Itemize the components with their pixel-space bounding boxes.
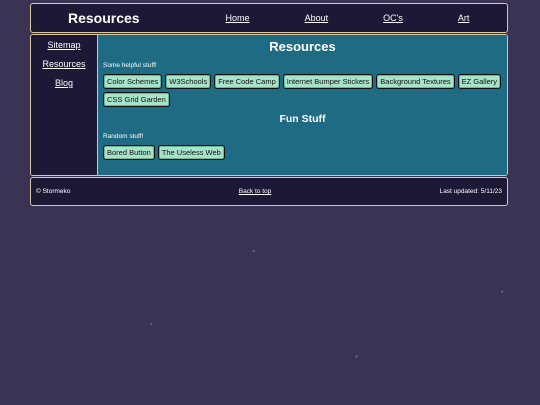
nav-ocs-link[interactable]: OC's (383, 13, 403, 23)
back-to-top-link[interactable]: Back to top (239, 188, 272, 195)
fun-stuff-heading: Fun Stuff (279, 113, 326, 125)
link-button-color-schemes[interactable]: Color Schemes (103, 74, 163, 89)
site-title: Resources (68, 10, 140, 26)
sidebar-item-blog[interactable]: Blog (55, 78, 73, 88)
sidebar: Sitemap Resources Blog (31, 35, 98, 175)
fun-links: Bored Button The Useless Web (103, 145, 502, 160)
nav-about-link[interactable]: About (305, 13, 329, 23)
link-button-internet-bumper-stickers[interactable]: Internet Bumper Stickers (282, 74, 374, 89)
helpful-links: Color Schemes W3Schools Free Code Camp I… (103, 74, 502, 107)
page-title: Resources (269, 39, 336, 54)
link-button-useless-web[interactable]: The Useless Web (157, 145, 225, 160)
sidebar-item-sitemap[interactable]: Sitemap (47, 40, 80, 50)
site-footer: © Stormeko Back to top Last updated: 5/1… (30, 177, 508, 206)
last-updated-text: Last updated: 5/11/23 (439, 188, 502, 195)
link-button-free-code-camp[interactable]: Free Code Camp (214, 74, 280, 89)
link-button-bored-button[interactable]: Bored Button (103, 145, 155, 160)
link-button-ez-gallery[interactable]: EZ Gallery (457, 74, 502, 89)
top-nav: Home About OC's Art (198, 13, 507, 23)
random-note: Random stuff! (103, 133, 144, 140)
site-header: Resources Home About OC's Art (30, 3, 508, 33)
nav-home-link[interactable]: Home (226, 13, 250, 23)
link-button-background-textures[interactable]: Background Textures (376, 74, 455, 89)
link-button-css-grid-garden[interactable]: CSS Grid Garden (103, 92, 170, 107)
link-button-w3schools[interactable]: W3Schools (165, 74, 212, 89)
nav-art-link[interactable]: Art (458, 13, 470, 23)
main-panel: Resources Some helpful stuff! Color Sche… (98, 35, 507, 175)
content-area: Sitemap Resources Blog Resources Some he… (30, 34, 508, 176)
sidebar-item-resources[interactable]: Resources (42, 59, 85, 69)
helpful-note: Some helpful stuff! (103, 62, 157, 69)
copyright-text: © Stormeko (36, 188, 71, 195)
